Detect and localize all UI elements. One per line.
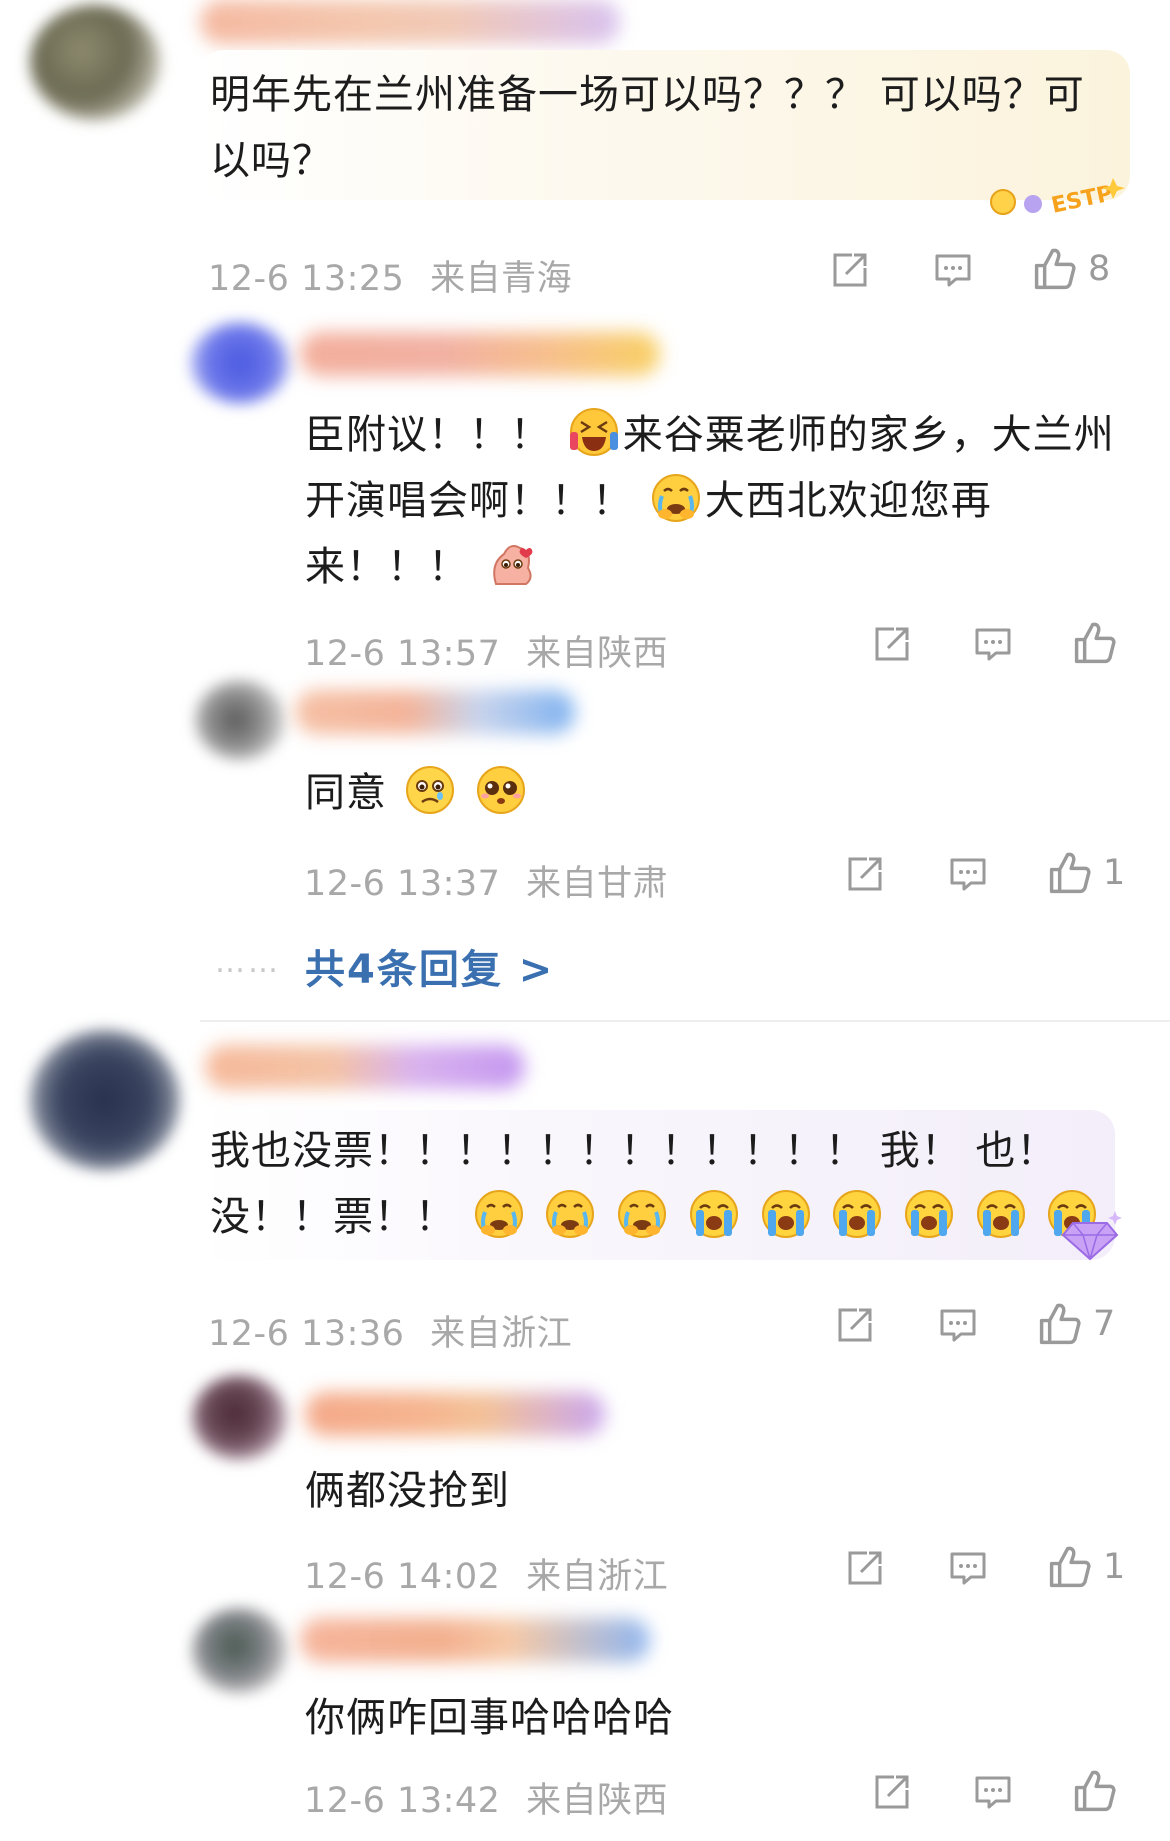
comment-icon [937, 1305, 979, 1345]
comment-icon [972, 1772, 1014, 1812]
share-button[interactable] [835, 1305, 875, 1345]
comment-icon [972, 624, 1014, 664]
comment-text: 明年先在兰州准备一场可以吗？？？ 可以吗？可以吗？ [210, 72, 1085, 184]
like-count: 8 [1088, 249, 1111, 289]
location: 来自青海 [430, 259, 573, 299]
divider [200, 1020, 1170, 1022]
sobbing-face-emoji [975, 1188, 1027, 1240]
location: 来自陕西 [526, 1781, 669, 1821]
thumbs-up-icon [1072, 1768, 1118, 1814]
sobbing-face-emoji [688, 1188, 740, 1240]
comment-icon [947, 1548, 989, 1588]
thumbs-up-icon [1032, 246, 1078, 292]
more-indicator: …… [215, 945, 281, 980]
reply-meta: 12-6 13:42 来自陕西 [304, 1772, 668, 1823]
share-button[interactable] [872, 624, 912, 664]
crying-face-emoji [650, 472, 702, 524]
location: 来自陕西 [526, 634, 669, 674]
reply-text: 你俩咋回事哈哈哈哈 [305, 1695, 674, 1741]
share-button[interactable] [845, 854, 885, 894]
reply-button[interactable] [972, 1772, 1014, 1812]
comment-meta: 12-6 13:25 来自青海 [208, 250, 572, 301]
location: 来自甘肃 [526, 864, 669, 904]
username[interactable] [295, 690, 575, 734]
crying-face-emoji [473, 1188, 525, 1240]
reply-button[interactable] [932, 250, 974, 290]
timestamp: 12-6 13:36 [208, 1314, 405, 1354]
timestamp: 12-6 13:37 [304, 864, 501, 904]
comment-meta: 12-6 13:36 来自浙江 [208, 1305, 572, 1356]
reply-button[interactable] [947, 1548, 989, 1588]
like-button[interactable]: 8 [1032, 246, 1110, 292]
comment-icon [932, 250, 974, 290]
avatar[interactable] [190, 322, 290, 404]
timestamp: 12-6 14:02 [304, 1557, 501, 1597]
share-icon [845, 854, 885, 894]
reply-button[interactable] [937, 1305, 979, 1345]
pleading-face-emoji [475, 764, 527, 816]
like-button[interactable]: 7 [1037, 1301, 1115, 1347]
svg-text:ESTP: ESTP [1049, 181, 1115, 218]
laughing-face-emoji [568, 406, 620, 458]
thumbs-up-icon [1047, 850, 1093, 896]
thumbs-up-icon [1047, 1544, 1093, 1590]
location: 来自浙江 [526, 1557, 669, 1597]
avatar[interactable] [192, 1608, 287, 1693]
username[interactable] [300, 1618, 650, 1662]
avatar[interactable] [30, 5, 160, 120]
blushing-blob-emoji [486, 538, 538, 590]
crying-face-emoji [544, 1188, 596, 1240]
thumbs-up-icon [1037, 1301, 1083, 1347]
like-button[interactable]: 1 [1047, 1544, 1125, 1590]
sobbing-face-emoji [903, 1188, 955, 1240]
share-icon [845, 1548, 885, 1588]
comment-icon [947, 854, 989, 894]
share-button[interactable] [872, 1772, 912, 1812]
crying-face-emoji [616, 1188, 668, 1240]
username[interactable] [305, 1392, 605, 1436]
reply-text: 俩都没抢到 [305, 1468, 510, 1514]
sobbing-face-emoji [760, 1188, 812, 1240]
reply-button[interactable] [972, 624, 1014, 664]
avatar[interactable] [195, 680, 285, 760]
comment-text: 我也没票！！！！！！！！！！！！ 我！ 也！ 没！！票！！ [210, 1118, 1110, 1250]
reply-meta: 12-6 13:57 来自陕西 [304, 625, 668, 676]
view-more-replies-link[interactable]: 共4条回复 > [305, 937, 554, 995]
reply-text: 臣附议！！！ 来谷粟老师的家乡，大兰州开演唱会啊！！！ 大西北欢迎您再来！！！ [305, 402, 1115, 600]
like-count: 1 [1103, 1547, 1126, 1587]
username[interactable] [200, 0, 620, 44]
timestamp: 12-6 13:57 [304, 634, 501, 674]
reply-meta: 12-6 14:02 来自浙江 [304, 1548, 668, 1599]
share-button[interactable] [845, 1548, 885, 1588]
reply-text: 同意 [305, 760, 530, 826]
avatar[interactable] [192, 1375, 287, 1460]
sad-face-emoji [404, 764, 456, 816]
share-icon [830, 250, 870, 290]
sobbing-face-emoji [831, 1188, 883, 1240]
thumbs-up-icon [1072, 620, 1118, 666]
like-count: 1 [1103, 853, 1126, 893]
like-count: 7 [1093, 1304, 1116, 1344]
location: 来自浙江 [430, 1314, 573, 1354]
like-button[interactable] [1072, 620, 1118, 666]
reply-meta: 12-6 13:37 来自甘肃 [304, 855, 668, 906]
diamond-badge-icon [1055, 1205, 1125, 1265]
username[interactable] [205, 1045, 525, 1089]
estp-badge: ESTP [985, 170, 1135, 222]
timestamp: 12-6 13:25 [208, 259, 405, 299]
like-button[interactable] [1072, 1768, 1118, 1814]
share-icon [872, 624, 912, 664]
timestamp: 12-6 13:42 [304, 1781, 501, 1821]
like-button[interactable]: 1 [1047, 850, 1125, 896]
share-button[interactable] [830, 250, 870, 290]
username[interactable] [300, 332, 660, 376]
reply-button[interactable] [947, 854, 989, 894]
avatar[interactable] [30, 1030, 180, 1170]
share-icon [835, 1305, 875, 1345]
share-icon [872, 1772, 912, 1812]
